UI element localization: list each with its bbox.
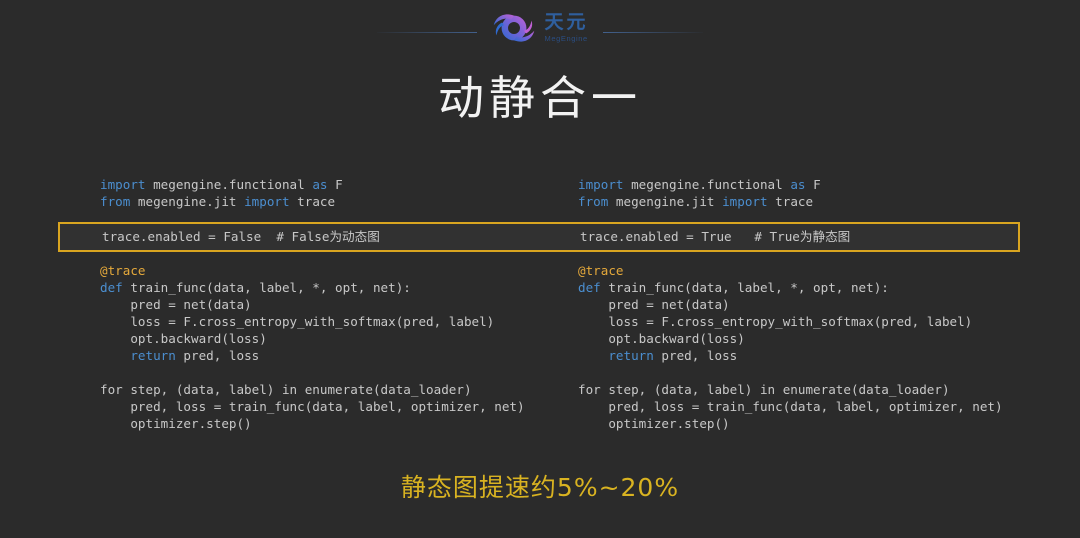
code-body-left: @trace def train_func(data, label, *, op…	[100, 263, 525, 431]
brand-name-en: MegEngine	[544, 34, 588, 44]
header-divider-right	[602, 31, 703, 33]
trace-enabled-line-dynamic: trace.enabled = False # False为动态图	[102, 229, 380, 244]
code-imports-left: import megengine.functional as F from me…	[100, 177, 343, 209]
brand-name-cn: 天元	[544, 11, 589, 34]
header-divider-left	[377, 31, 478, 33]
page-title: 动静合一	[438, 71, 642, 125]
slide-header: 天元 MegEngine	[0, 0, 1080, 64]
code-imports-right: import megengine.functional as F from me…	[578, 177, 821, 209]
megengine-swirl-logo	[491, 5, 537, 51]
brand-wordmark: 天元 MegEngine	[544, 13, 588, 43]
code-comparison: import megengine.functional as F from me…	[0, 176, 1080, 446]
trace-enabled-highlight-box: trace.enabled = False # False为动态图 trace.…	[58, 222, 1020, 252]
code-body-right: @trace def train_func(data, label, *, op…	[578, 263, 1003, 431]
trace-enabled-line-static: trace.enabled = True # True为静态图	[580, 229, 851, 244]
slide-root: 天元 MegEngine 动静合一 import megengine.funct…	[0, 0, 1080, 538]
speedup-note: 静态图提速约5%~20%	[400, 473, 680, 502]
brand-logo: 天元 MegEngine	[491, 5, 588, 51]
